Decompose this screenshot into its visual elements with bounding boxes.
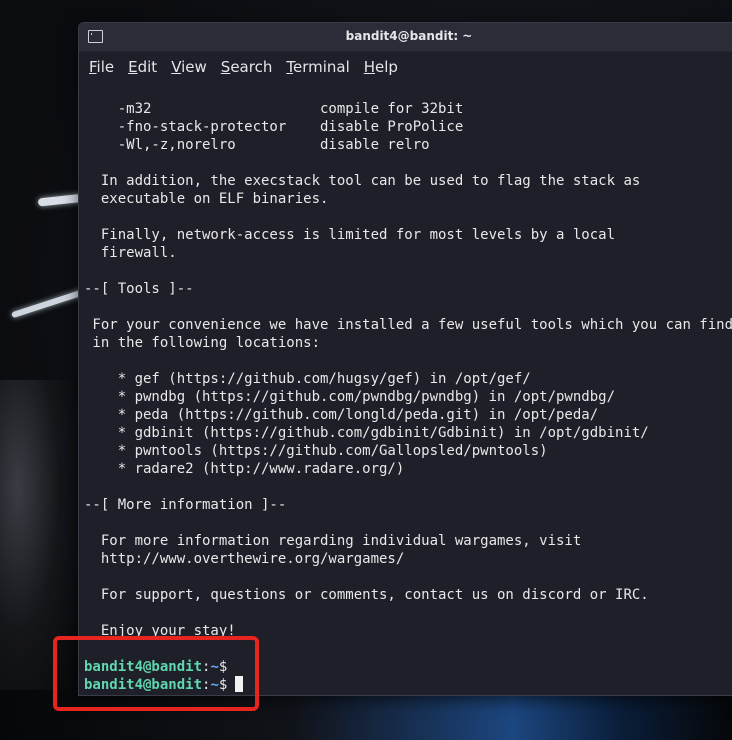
window-title: bandit4@bandit: ~ xyxy=(345,29,473,43)
terminal-line: -fno-stack-protector disable ProPolice xyxy=(84,119,464,135)
terminal-line: * gef (https://github.com/hugsy/gef) in … xyxy=(84,371,531,387)
terminal-line: --[ More information ]-- xyxy=(84,497,287,513)
highlight-annotation-box xyxy=(53,636,259,711)
terminal-line: * radare2 (http://www.radare.org/) xyxy=(84,461,405,477)
terminal-line: * pwntools (https://github.com/Gallopsle… xyxy=(84,443,548,459)
terminal-output[interactable]: -m32 compile for 32bit -fno-stack-protec… xyxy=(79,82,732,695)
terminal-line: in the following locations: xyxy=(84,335,321,351)
terminal-line: -m32 compile for 32bit xyxy=(84,101,464,117)
terminal-line: For more information regarding individua… xyxy=(84,533,582,549)
terminal-line: For your convenience we have installed a… xyxy=(84,317,732,333)
terminal-line: -Wl,-z,norelro disable relro xyxy=(84,137,430,153)
terminal-window[interactable]: bandit4@bandit: ~ File Edit View Search … xyxy=(78,22,732,696)
menu-edit[interactable]: Edit xyxy=(128,58,157,76)
menu-bar: File Edit View Search Terminal Help xyxy=(79,52,732,82)
menu-help[interactable]: Help xyxy=(364,58,398,76)
terminal-line: executable on ELF binaries. xyxy=(84,191,329,207)
terminal-line: Finally, network-access is limited for m… xyxy=(84,227,616,243)
menu-search[interactable]: Search xyxy=(221,58,273,76)
terminal-line: * pwndbg (https://github.com/pwndbg/pwnd… xyxy=(84,389,616,405)
terminal-line: --[ Tools ]-- xyxy=(84,281,194,297)
terminal-line: * peda (https://github.com/longld/peda.g… xyxy=(84,407,599,423)
terminal-line: For support, questions or comments, cont… xyxy=(84,587,649,603)
menu-file[interactable]: File xyxy=(89,58,114,76)
terminal-line: firewall. xyxy=(84,245,177,261)
terminal-line: http://www.overthewire.org/wargames/ xyxy=(84,551,405,567)
terminal-line: In addition, the execstack tool can be u… xyxy=(84,173,641,189)
menu-view[interactable]: View xyxy=(171,58,207,76)
terminal-line: * gdbinit (https://github.com/gdbinit/Gd… xyxy=(84,425,649,441)
menu-terminal[interactable]: Terminal xyxy=(286,58,349,76)
title-bar[interactable]: bandit4@bandit: ~ xyxy=(79,23,732,52)
